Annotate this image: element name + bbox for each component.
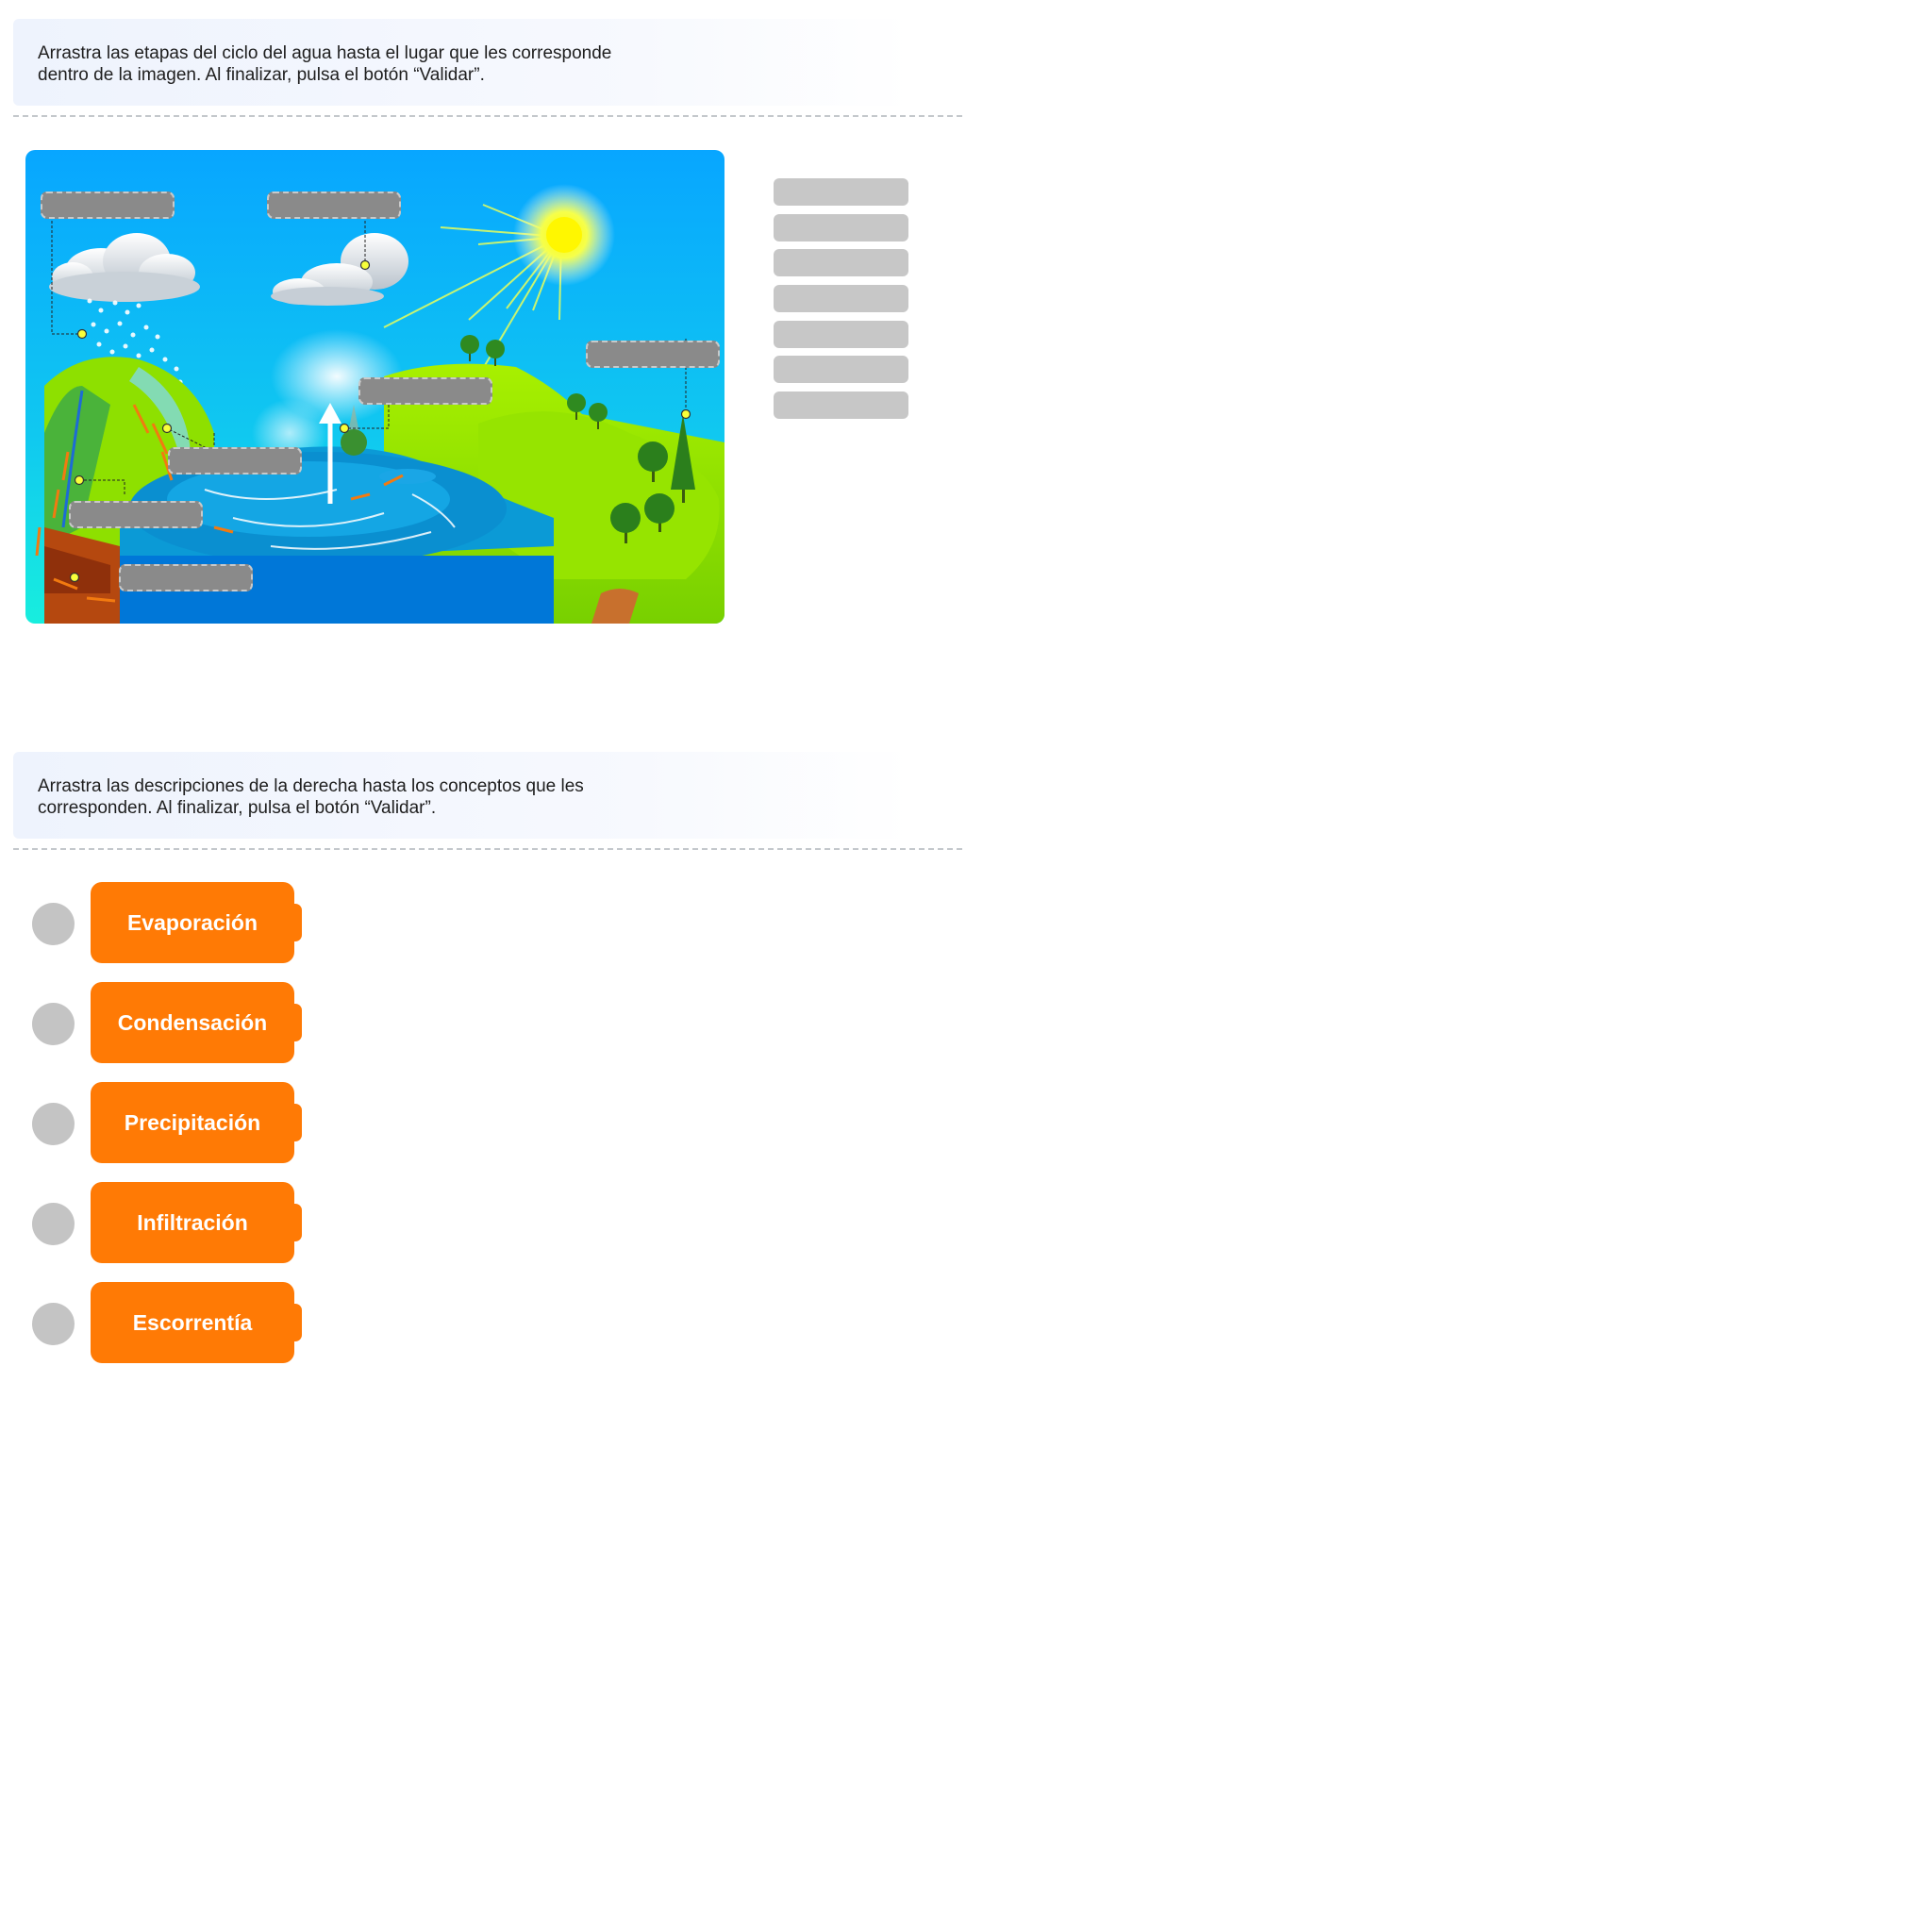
concept-card-tab — [289, 904, 302, 941]
concept-drop-target[interactable] — [32, 1303, 75, 1345]
concept-drop-target[interactable] — [32, 1203, 75, 1245]
concept-card[interactable]: Infiltración — [91, 1182, 294, 1263]
divider-1 — [13, 115, 962, 117]
concept-card[interactable]: Condensación — [91, 982, 294, 1063]
draggable-label-2[interactable] — [774, 214, 908, 242]
concept-row-precipitacion: Precipitación — [32, 1082, 315, 1163]
concept-card-tab — [289, 1004, 302, 1041]
instruction-box-2: Arrastra las descripciones de la derecha… — [13, 752, 911, 839]
concept-row-infiltracion: Infiltración — [32, 1182, 315, 1263]
instruction-text-2: Arrastra las descripciones de la derecha… — [38, 776, 584, 818]
drop-slot-3[interactable] — [586, 341, 720, 368]
drop-slot-6[interactable] — [69, 501, 203, 528]
concept-card-tab — [289, 1204, 302, 1241]
water-cycle-illustration — [25, 150, 724, 624]
drop-slot-7[interactable] — [119, 564, 253, 591]
concept-row-evaporacion: Evaporación — [32, 882, 315, 963]
concept-card[interactable]: Precipitación — [91, 1082, 294, 1163]
drop-slot-1[interactable] — [41, 192, 175, 219]
concept-card-tab — [289, 1304, 302, 1341]
concept-drop-target[interactable] — [32, 1103, 75, 1145]
instruction-box-1: Arrastra las etapas del ciclo del agua h… — [13, 19, 911, 106]
draggable-label-5[interactable] — [774, 321, 908, 348]
concept-row-condensacion: Condensación — [32, 982, 315, 1063]
concept-drop-target[interactable] — [32, 903, 75, 945]
drop-slot-4[interactable] — [358, 377, 492, 405]
concept-drop-target[interactable] — [32, 1003, 75, 1045]
drop-slot-5[interactable] — [168, 447, 302, 475]
draggable-label-4[interactable] — [774, 285, 908, 312]
instruction-text-1: Arrastra las etapas del ciclo del agua h… — [38, 43, 612, 85]
drop-slot-2[interactable] — [267, 192, 401, 219]
divider-2 — [13, 848, 962, 850]
draggable-label-1[interactable] — [774, 178, 908, 206]
concept-card[interactable]: Escorrentía — [91, 1282, 294, 1363]
draggable-label-6[interactable] — [774, 356, 908, 383]
concept-card-tab — [289, 1104, 302, 1141]
concept-card[interactable]: Evaporación — [91, 882, 294, 963]
draggable-label-7[interactable] — [774, 391, 908, 419]
draggable-label-3[interactable] — [774, 249, 908, 276]
concept-row-escorrentia: Escorrentía — [32, 1282, 315, 1363]
